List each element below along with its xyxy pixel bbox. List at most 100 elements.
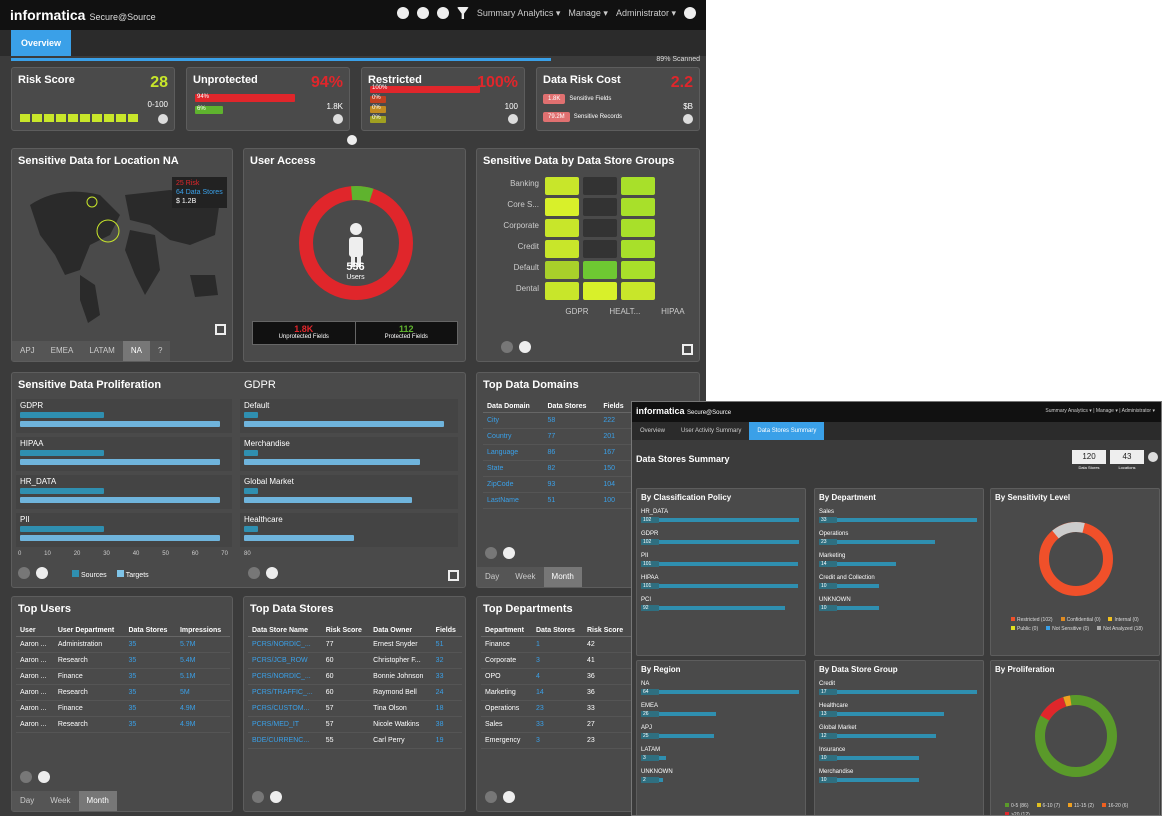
heatmap-cell[interactable] xyxy=(583,240,617,258)
table-cell[interactable]: 100 xyxy=(599,492,633,509)
tab-overview[interactable]: Overview xyxy=(632,422,673,440)
table-cell[interactable]: 33 xyxy=(531,716,583,733)
bar[interactable] xyxy=(837,712,944,716)
gdpr-row[interactable] xyxy=(240,399,458,433)
by-department-card[interactable]: By Department Sales 33 Operations 23 Marketi… xyxy=(814,488,984,656)
next-icon[interactable] xyxy=(266,567,278,579)
table-cell[interactable]: PCRS/NORDIC_... xyxy=(248,668,322,685)
column-header[interactable]: Data Owner xyxy=(369,625,432,637)
table-cell[interactable]: 35 xyxy=(124,652,176,669)
table-cell[interactable]: 5.1M xyxy=(175,668,230,685)
table-cell[interactable]: 5.7M xyxy=(175,636,230,653)
prev-icon[interactable] xyxy=(485,547,497,559)
heatmap-cell[interactable] xyxy=(545,282,579,300)
by-proliferation-card[interactable]: By Proliferation 0-5 (86) 6-10 (7) 11-15 (… xyxy=(990,660,1160,815)
export-icon[interactable] xyxy=(448,570,459,581)
table-cell[interactable]: 24 xyxy=(431,684,462,701)
table-cell[interactable]: PCRS/NORDIC_... xyxy=(248,636,322,653)
heatmap-cell[interactable] xyxy=(621,261,655,279)
table-row[interactable]: ZipCode 93 104 xyxy=(483,476,633,493)
table-cell[interactable]: 4.9M xyxy=(175,700,230,717)
toggle-icon[interactable] xyxy=(333,114,343,124)
table-row[interactable]: Country 77 201 xyxy=(483,428,633,445)
heatmap-cell[interactable] xyxy=(583,198,617,216)
bar[interactable] xyxy=(659,734,714,738)
globe-icon[interactable] xyxy=(436,7,449,19)
protected-fields[interactable]: 112 Protected Fields xyxy=(356,322,458,344)
table-cell[interactable]: 23 xyxy=(531,700,583,717)
tab-month[interactable]: Month xyxy=(78,791,117,811)
toggle-icon[interactable] xyxy=(158,114,168,124)
menu-summary-analytics[interactable]: Summary Analytics ▾ xyxy=(477,8,561,19)
tab-overview[interactable]: Overview xyxy=(11,30,72,56)
bar[interactable] xyxy=(837,756,919,760)
prev-icon[interactable] xyxy=(252,791,264,803)
export-icon[interactable] xyxy=(682,344,693,355)
column-header[interactable]: Fields xyxy=(431,625,462,637)
table-row[interactable]: Finance 1 42 xyxy=(481,636,631,653)
heatmap-cell[interactable] xyxy=(545,198,579,216)
table-cell[interactable]: 18 xyxy=(431,700,462,717)
table-cell[interactable]: 4 xyxy=(531,668,583,685)
export-icon[interactable] xyxy=(215,324,226,335)
table-cell[interactable]: Language xyxy=(483,444,544,461)
bar[interactable] xyxy=(659,756,666,760)
next-icon[interactable] xyxy=(36,567,48,579)
table-row[interactable]: PCRS/TRAFFIC_... 60 Raymond Bell 24 xyxy=(248,684,462,701)
table-row[interactable]: Aaron ... Research 35 5M xyxy=(16,684,230,701)
tab-apj[interactable]: APJ xyxy=(12,341,43,361)
table-cell[interactable]: PCRS/MED_IT xyxy=(248,716,322,733)
column-header[interactable]: Data Stores xyxy=(543,401,600,413)
tab-na[interactable]: NA xyxy=(122,341,150,361)
column-header[interactable]: Department xyxy=(481,625,532,637)
tab-unknown[interactable]: ? xyxy=(150,341,170,361)
by-region-card[interactable]: By Region NA 64 EMEA 26 APJ 25 LATAM 3 UNKNOWN 2 xyxy=(636,660,806,815)
table-cell[interactable]: 51 xyxy=(431,636,462,653)
second-menu[interactable]: Summary Analytics ▾ | Manage ▾ | Adminis… xyxy=(1045,408,1155,414)
collapse-icon[interactable] xyxy=(347,135,357,145)
location-map-card[interactable]: Sensitive Data for Location NA 25 Risk 6… xyxy=(11,148,233,362)
prev-icon[interactable] xyxy=(501,341,513,353)
next-icon[interactable] xyxy=(270,791,282,803)
column-header[interactable]: Data Stores xyxy=(531,625,583,637)
heatmap-cell[interactable] xyxy=(545,261,579,279)
bar[interactable] xyxy=(837,518,977,522)
unprotected-card[interactable]: Unprotected 94% 94% 6% 1.8K xyxy=(186,67,350,131)
table-cell[interactable]: 82 xyxy=(543,460,600,477)
table-row[interactable]: Aaron ... Administration 35 5.7M xyxy=(16,636,230,653)
bar[interactable] xyxy=(659,690,799,694)
column-header[interactable]: Risk Score xyxy=(582,625,631,637)
heatmap-cell[interactable] xyxy=(621,177,655,195)
table-cell[interactable]: 19 xyxy=(431,732,462,749)
column-header[interactable]: User xyxy=(16,625,54,637)
table-cell[interactable]: 4.9M xyxy=(175,716,230,733)
table-row[interactable]: PCRS/NORDIC_... 60 Bonnie Johnson 33 xyxy=(248,668,462,685)
table-cell[interactable]: 35 xyxy=(124,668,176,685)
next-icon[interactable] xyxy=(503,547,515,559)
table-row[interactable]: State 82 150 xyxy=(483,460,633,477)
bar[interactable] xyxy=(659,562,798,566)
table-cell[interactable]: 93 xyxy=(543,476,600,493)
table-cell[interactable]: 35 xyxy=(124,636,176,653)
heatmap-cell[interactable] xyxy=(621,282,655,300)
table-cell[interactable]: BDE/CURRENC... xyxy=(248,732,322,749)
table-cell[interactable]: State xyxy=(483,460,544,477)
bar[interactable] xyxy=(659,778,663,782)
bar[interactable] xyxy=(659,584,798,588)
heatmap-cell[interactable] xyxy=(583,282,617,300)
table-cell[interactable]: 77 xyxy=(543,428,600,445)
table-row[interactable]: LastName 51 100 xyxy=(483,492,633,509)
table-cell[interactable]: 222 xyxy=(599,412,633,429)
table-row[interactable]: PCRS/NORDIC_... 77 Ernest Snyder 51 xyxy=(248,636,462,653)
filter-toggle-icon[interactable] xyxy=(1148,452,1158,462)
by-data-store-group-card[interactable]: By Data Store Group Credit 17 Healthcare 13… xyxy=(814,660,984,815)
table-row[interactable]: Operations 23 33 xyxy=(481,700,631,717)
table-cell[interactable]: PCRS/CUSTOM... xyxy=(248,700,322,717)
by-sensitivity-level-card[interactable]: By Sensitivity Level Restricted (102) Con… xyxy=(990,488,1160,656)
table-cell[interactable]: 35 xyxy=(124,700,176,717)
table-row[interactable]: Corporate 3 41 xyxy=(481,652,631,669)
table-row[interactable]: Aaron ... Research 35 4.9M xyxy=(16,716,230,733)
table-row[interactable]: Marketing 14 36 xyxy=(481,684,631,701)
table-row[interactable]: Emergency 3 23 xyxy=(481,732,631,749)
menu-manage[interactable]: Manage ▾ xyxy=(568,8,608,19)
